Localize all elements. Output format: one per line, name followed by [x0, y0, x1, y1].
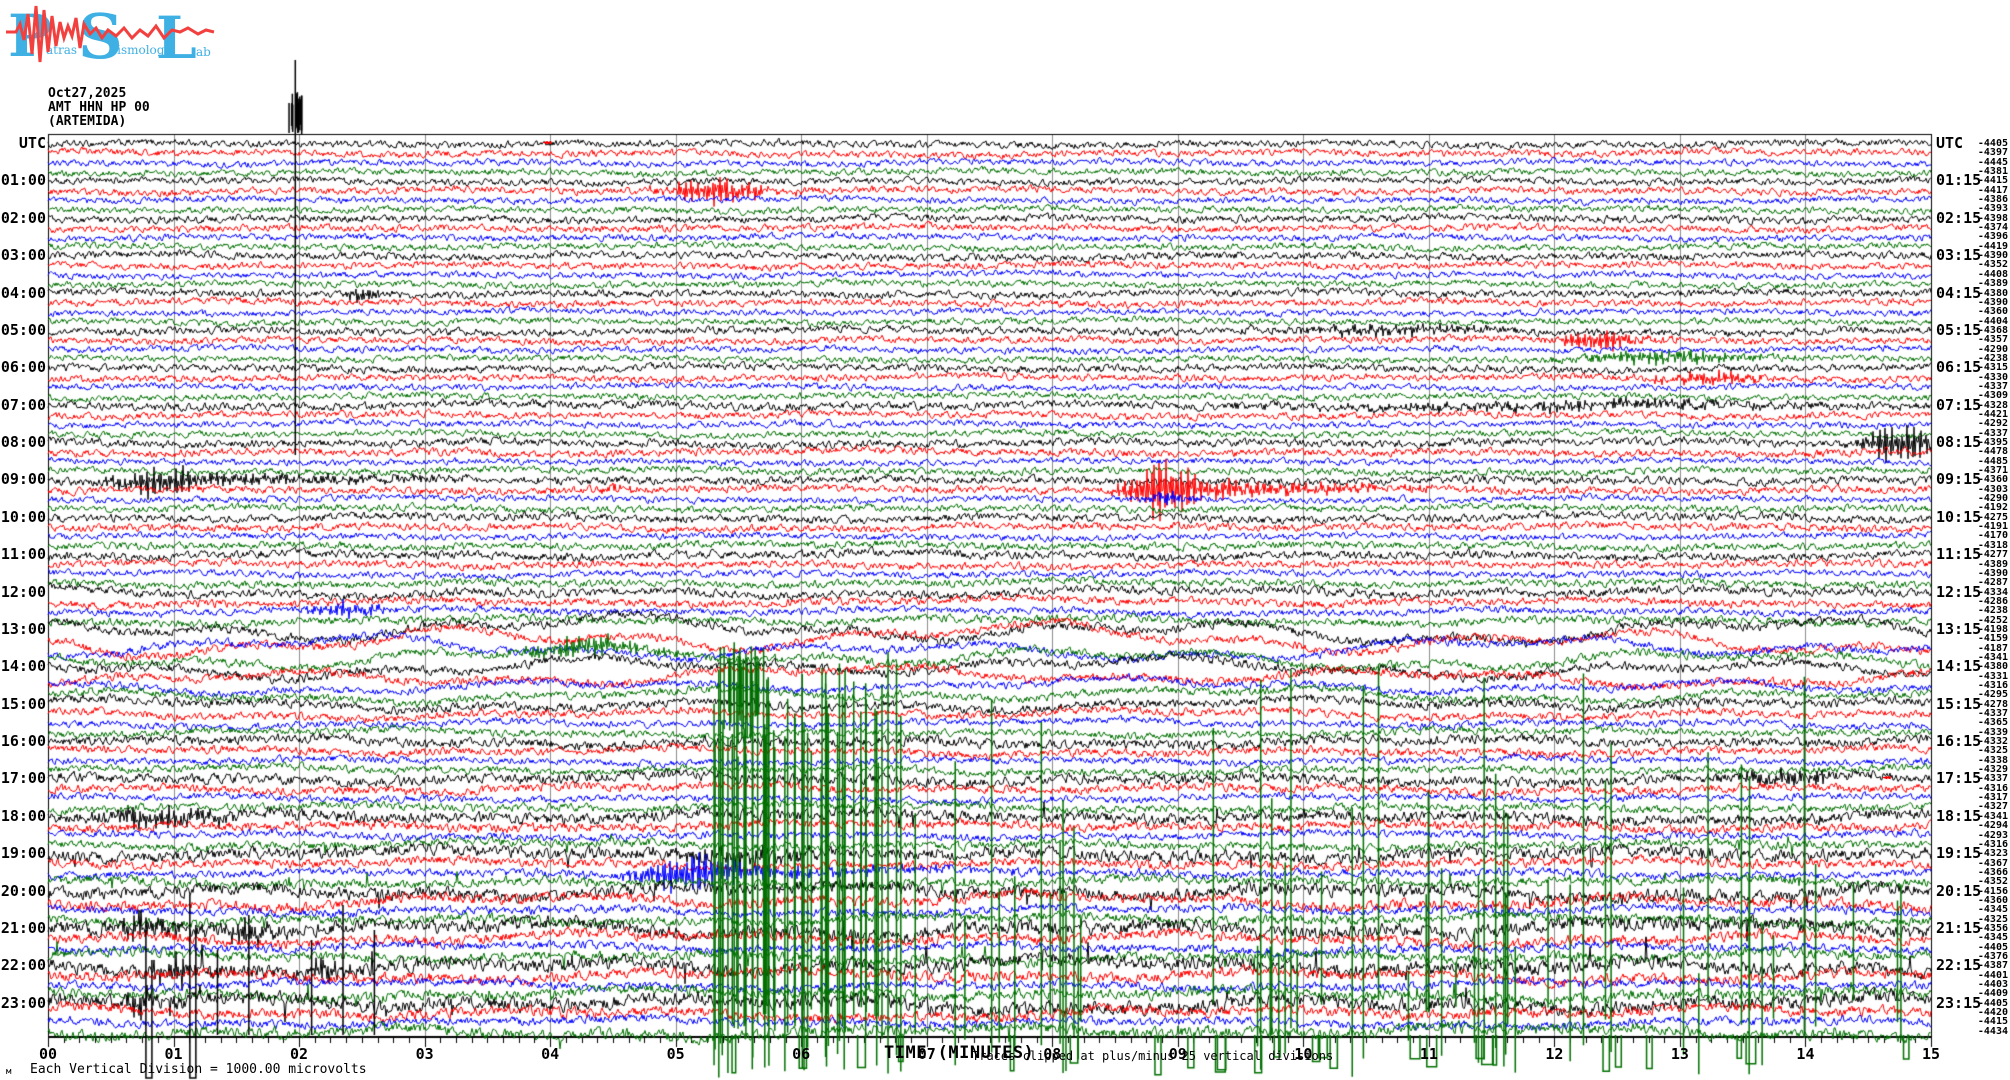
left-time-label: 21:00 — [0, 921, 46, 936]
left-time-label: 12:00 — [0, 585, 46, 600]
logo-word-ab: ab — [196, 45, 211, 59]
logo-word-eismology: eismology — [110, 43, 171, 57]
left-time-label: 19:00 — [0, 846, 46, 861]
minute-label: 03 — [408, 1045, 442, 1063]
logo-word-atras: atras — [46, 43, 77, 57]
event-marker-arrows: ◄◄ — [1882, 774, 1889, 783]
left-time-label: 16:00 — [0, 734, 46, 749]
left-time-label: 06:00 — [0, 360, 46, 375]
left-time-label: 04:00 — [0, 286, 46, 301]
minute-label: 01 — [157, 1045, 191, 1063]
minute-label: 04 — [533, 1045, 567, 1063]
clip-note: Traces clipped at plus/minus 25 vertical… — [972, 1049, 1333, 1063]
left-time-label: UTC — [0, 136, 46, 151]
header-location: (ARTEMIDA) — [48, 114, 126, 129]
webicorder-screen: P S L atras eismology ab Oct27,2025 AMT … — [0, 0, 2010, 1080]
left-time-label: 15:00 — [0, 697, 46, 712]
minute-label: 14 — [1788, 1045, 1822, 1063]
left-time-label: 07:00 — [0, 398, 46, 413]
psl-logo-graphic: P S L atras eismology ab — [6, 2, 216, 68]
minute-label: 12 — [1537, 1045, 1571, 1063]
header-date: Oct27,2025 — [48, 86, 126, 101]
left-time-label: 18:00 — [0, 809, 46, 824]
minute-label: 15 — [1914, 1045, 1948, 1063]
left-time-label: 11:00 — [0, 547, 46, 562]
left-time-label: 02:00 — [0, 211, 46, 226]
left-time-label: 22:00 — [0, 958, 46, 973]
left-time-label: 13:00 — [0, 622, 46, 637]
offset-value: -4434 — [1960, 1027, 2008, 1037]
minute-label: 05 — [659, 1045, 693, 1063]
seismogram-canvas — [0, 0, 2010, 1080]
minute-label: 13 — [1663, 1045, 1697, 1063]
left-time-label: 23:00 — [0, 996, 46, 1011]
scale-note: Each Vertical Division = 1000.00 microvo… — [30, 1062, 367, 1077]
left-time-label: 03:00 — [0, 248, 46, 263]
left-time-label: 17:00 — [0, 771, 46, 786]
minute-label: 02 — [282, 1045, 316, 1063]
footer-glyph: м — [6, 1067, 11, 1077]
left-time-label: 01:00 — [0, 173, 46, 188]
left-time-label: 20:00 — [0, 884, 46, 899]
minute-label: 00 — [31, 1045, 65, 1063]
left-time-label: 08:00 — [0, 435, 46, 450]
left-time-label: 14:00 — [0, 659, 46, 674]
psl-logo: P S L atras eismology ab — [6, 2, 216, 68]
minute-label: 06 — [784, 1045, 818, 1063]
left-time-label: 10:00 — [0, 510, 46, 525]
event-marker-arrows: ◄◄ — [542, 139, 549, 148]
left-time-label: 05:00 — [0, 323, 46, 338]
header-station: AMT HHN HP 00 — [48, 100, 150, 115]
left-time-label: 09:00 — [0, 472, 46, 487]
minute-label: 11 — [1412, 1045, 1446, 1063]
